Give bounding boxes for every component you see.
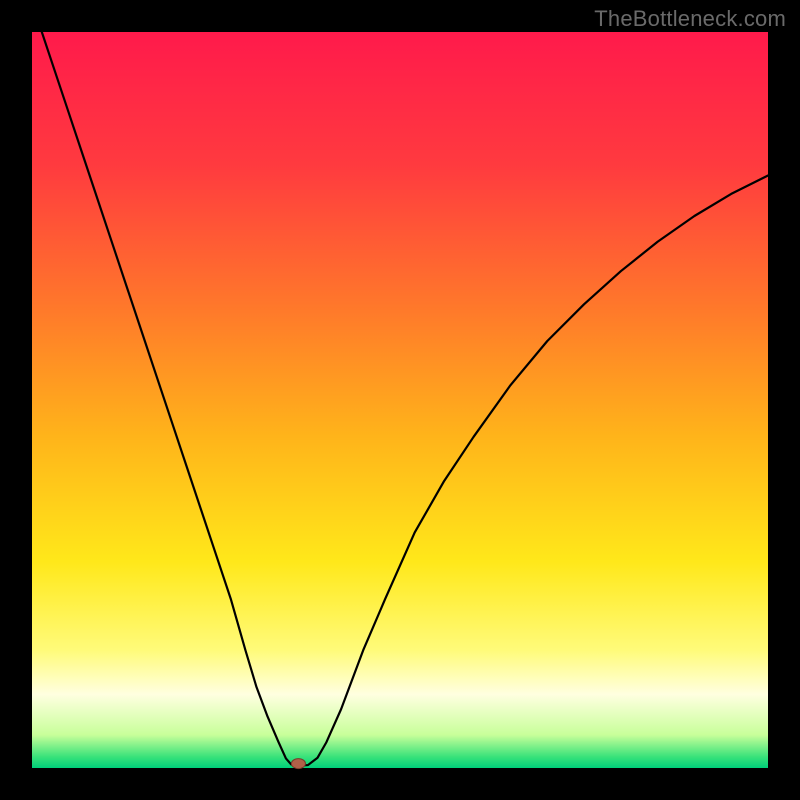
plot-background <box>32 32 768 768</box>
watermark-text: TheBottleneck.com <box>594 6 786 32</box>
chart-frame: TheBottleneck.com <box>0 0 800 800</box>
bottleneck-chart <box>0 0 800 800</box>
optimal-point <box>291 759 305 769</box>
